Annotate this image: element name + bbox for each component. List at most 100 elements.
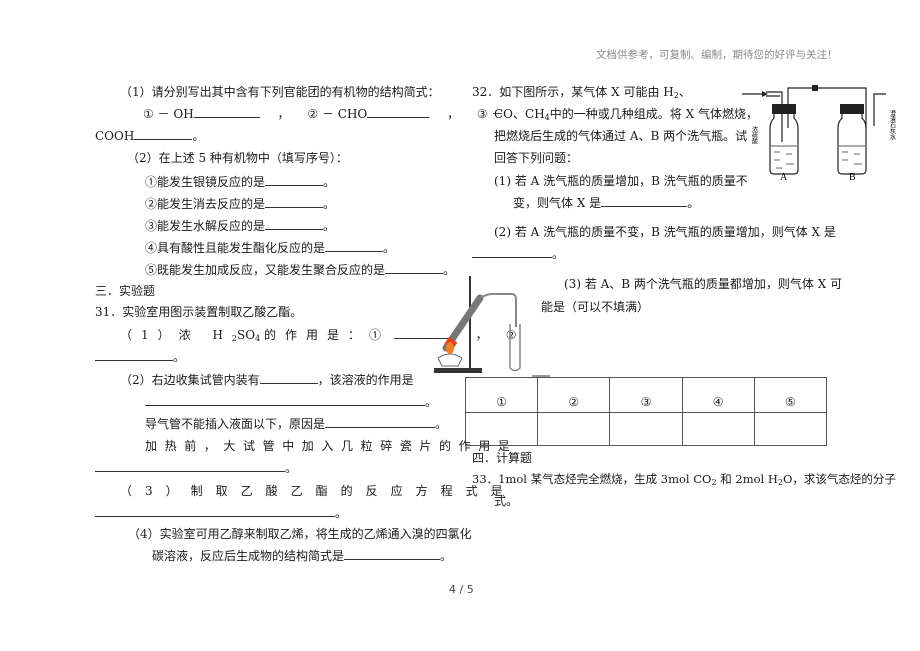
answer-blank[interactable] [325, 414, 436, 428]
q31-part2-c: 导气管不能插入液面以下，原因是 。 [145, 414, 447, 434]
q31-part2-d: 加热前，大试管中加入几粒碎瓷片的作用是 [145, 439, 518, 453]
q32-part3-a: (3) 若 A、B 两个洗气瓶的质量都增加，则气体 X 可 [564, 277, 843, 291]
stopper-a [772, 104, 796, 114]
q2-intro: （2）在上述 5 种有机物中（填写序号）： [127, 151, 348, 165]
period: 。 [335, 506, 348, 520]
q31-part4-a: （4）实验室可用乙醇来制取乙烯，将生成的乙烯通入溴的四氯化 [128, 527, 472, 541]
period: 。 [440, 549, 453, 563]
q32-line4: 回答下列问题： [494, 151, 579, 165]
collection-tube [509, 324, 521, 372]
q32-part2-cont: 。 [472, 244, 564, 264]
answer-blank[interactable] [265, 216, 324, 230]
q2-item: ①能发生银镜反应的是 。 [145, 172, 335, 192]
q32-part1-b: 变，则气体 X 是 。 [513, 193, 699, 213]
q31-2-text: （2）右边收集试管内装有 [120, 373, 260, 387]
label-reagent-b: 澄清石灰水 [889, 109, 896, 140]
answer-table: ① ② ③ ④ ⑤ [464, 377, 828, 446]
table-header-row: ① ② ③ ④ ⑤ [464, 377, 828, 413]
answer-blank[interactable] [325, 238, 384, 252]
q2-item: ③能发生水解反应的是 。 [145, 216, 335, 236]
table-header-cell: ③ [609, 377, 683, 413]
q32-text: 32．如下图所示，某气体 X 可能由 H [472, 85, 674, 99]
page-number: 4 / 5 [449, 583, 474, 596]
period: 。 [323, 197, 336, 211]
answer-blank[interactable] [259, 370, 318, 384]
q2-item-text: ②能发生消去反应的是 [145, 197, 266, 211]
q33-text-b: 和 2mol H [716, 472, 778, 486]
q2-item: ④具有酸性且能发生酯化反应的是 。 [145, 238, 395, 258]
period: 。 [323, 219, 336, 233]
answer-blank[interactable] [344, 546, 441, 560]
alcohol-lamp [437, 353, 463, 367]
table-header-cell: ② [537, 377, 611, 413]
table-answer-cell[interactable] [464, 412, 539, 446]
q32-text-end: 、 [678, 85, 691, 99]
q1-intro: （1）请分别写出其中含有下列官能团的有机物的结构简式： [120, 85, 440, 99]
q31-part2-b: 。 [145, 392, 437, 412]
answer-blank[interactable] [145, 392, 425, 406]
answer-blank[interactable] [95, 458, 285, 472]
q32-part1-a: (1) 若 A 洗气瓶的质量增加，B 洗气瓶的质量不 [494, 174, 748, 188]
q31-1-suffix: 的作用是：① [264, 328, 391, 342]
q31-1-prefix: （1）浓 H [120, 328, 232, 342]
bottle-a [769, 114, 799, 175]
q32-text-b: 中的一种或几种组成。将 X 气体燃烧， [549, 107, 758, 121]
q32-line1: 32．如下图所示，某气体 X 可能由 H2、 [472, 82, 691, 102]
table-answer-cell[interactable] [609, 412, 683, 446]
answer-blank[interactable] [265, 172, 324, 186]
q1-item3-cont: COOH 。 [95, 126, 204, 146]
q2-item-text: ①能发生银镜反应的是 [145, 175, 266, 189]
stopper-b [840, 104, 864, 114]
q33-text-c: O，求该气态烃的分子 [783, 472, 896, 486]
period: 。 [285, 461, 298, 475]
label-bottle-a: A [780, 172, 788, 180]
q31-part3-cont: 。 [95, 503, 347, 523]
q31-2-text-b: ，该溶液的作用是 [317, 373, 414, 387]
q32-part2: (2) 若 A 洗气瓶的质量不变，B 洗气瓶的质量增加，则气体 X 是 [494, 225, 836, 239]
answer-blank[interactable] [367, 104, 430, 118]
q31-2-text-c: 导气管不能插入液面以下，原因是 [145, 417, 326, 431]
q33-line2: 式。 [494, 494, 519, 508]
q31-part2-a: （2）右边收集试管内装有 ，该溶液的作用是 [120, 370, 414, 390]
period: 。 [552, 247, 565, 261]
q31-part3: （3）制取乙酸乙酯的反应方程式是 [120, 484, 516, 498]
q31-1-mid: SO [237, 328, 256, 342]
answer-blank[interactable] [472, 244, 552, 258]
q31-part1-cont: 。 [95, 347, 185, 367]
section-title-calculation: 四．计算题 [472, 451, 533, 465]
period: 。 [435, 417, 448, 431]
answer-blank[interactable] [95, 503, 335, 517]
q2-item: ②能发生消去反应的是 。 [145, 194, 335, 214]
table-answer-cell[interactable] [537, 412, 611, 446]
table-header-cell: ⑤ [753, 377, 828, 413]
answer-blank[interactable] [134, 126, 193, 140]
q1-item-cho: ② － CHO [307, 107, 368, 121]
q1-items-row: ① － OH ， ② － CHO ， ③ － [143, 104, 504, 124]
flame-icon [446, 342, 454, 354]
answer-blank[interactable] [95, 347, 173, 361]
table-answer-cell[interactable] [681, 412, 755, 446]
q2-item-text: ③能发生水解反应的是 [145, 219, 266, 233]
q32-line3: 把燃烧后生成的气体通过 A、B 两个洗气瓶。试 [494, 129, 748, 143]
ester-apparatus-figure [434, 276, 550, 377]
q32-1-text: 变，则气体 X 是 [513, 196, 602, 210]
answer-blank[interactable] [193, 104, 260, 118]
q2-item: ⑤既能发生加成反应，又能发生聚合反应的是。 [145, 260, 455, 280]
answer-blank[interactable] [601, 193, 688, 207]
table-answer-cell[interactable] [753, 412, 828, 446]
q32-part3-b: 能是（可以不填满） [541, 300, 650, 314]
answer-blank[interactable] [265, 194, 324, 208]
q33-line1: 33．1mol 某气态烃完全燃烧，生成 3mol CO2 和 2mol H2O，… [472, 469, 896, 489]
q33-text: 33．1mol 某气态烃完全燃烧，生成 3mol CO [472, 472, 712, 486]
label-bottle-b: B [849, 172, 856, 180]
period: 。 [687, 196, 700, 210]
q2-item-text: ⑤既能发生加成反应，又能发生聚合反应的是 [145, 263, 386, 277]
period: 。 [192, 129, 205, 143]
wash-bottles-figure: A B 浓硫酸 澄清石灰水 [742, 85, 896, 180]
q31-part2-d-cont: 。 [95, 458, 297, 478]
q31-4-text: 碳溶液，反应后生成物的结构简式是 [152, 549, 345, 563]
table-row [464, 412, 828, 446]
table-header-cell: ④ [681, 377, 755, 413]
table-header-cell: ① [464, 377, 539, 413]
period: 。 [173, 350, 186, 364]
